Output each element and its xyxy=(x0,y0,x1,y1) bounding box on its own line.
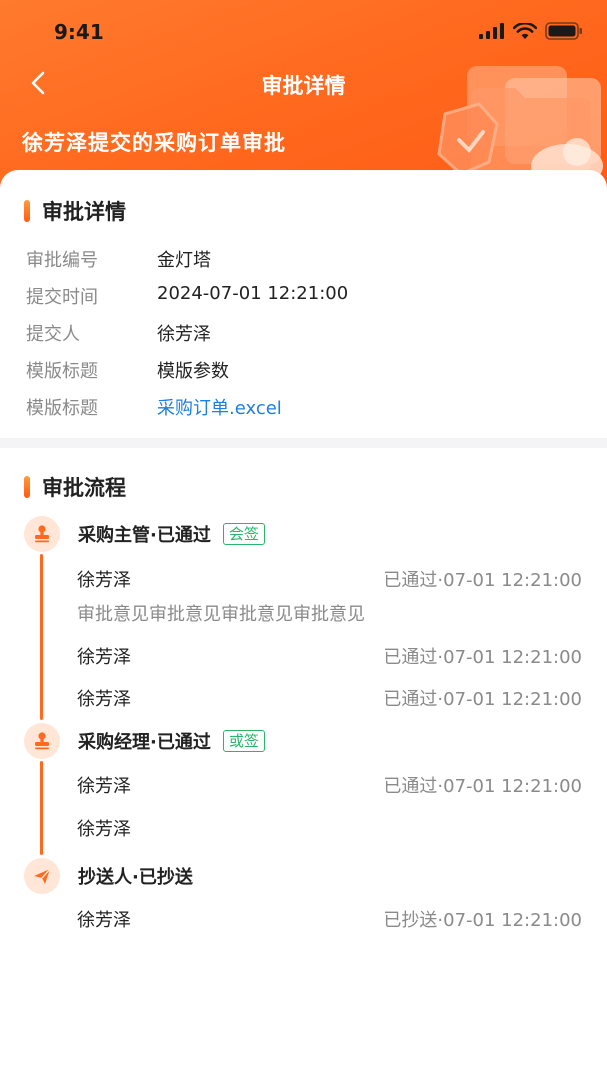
or-sign-tag: 或签 xyxy=(222,730,265,752)
detail-row-template-title: 模版标题 模版参数 xyxy=(26,361,229,382)
detail-row-template-file: 模版标题 采购订单.excel xyxy=(26,394,282,420)
attachment-link[interactable]: 采购订单.excel xyxy=(157,394,282,420)
countersign-tag: 会签 xyxy=(222,523,265,545)
section-accent-bar xyxy=(24,476,30,498)
timeline-connector xyxy=(40,554,43,720)
approval-subtitle: 徐芳泽提交的采购订单审批 xyxy=(22,131,286,155)
status-bar: 9:41 xyxy=(0,0,607,62)
approval-opinion: 审批意见审批意见审批意见审批意见 xyxy=(77,604,365,625)
stamp-icon xyxy=(24,516,60,552)
flow-node-cc: 抄送人·已抄送 xyxy=(24,858,193,894)
detail-row-submitter: 提交人 徐芳泽 xyxy=(26,324,211,345)
flow-entry: 徐芳泽 已通过·07-01 12:21:00 xyxy=(77,570,582,591)
flow-entry: 徐芳泽 已抄送·07-01 12:21:00 xyxy=(77,910,582,931)
section-accent-bar xyxy=(24,200,30,222)
battery-icon xyxy=(545,22,582,40)
flow-entry: 徐芳泽 xyxy=(77,819,131,840)
flow-entry: 徐芳泽 已通过·07-01 12:21:00 xyxy=(77,647,582,668)
flow-node-manager: 采购经理·已通过 或签 xyxy=(24,723,265,759)
approval-flow-card: 审批流程 采购主管·已通过 会签 徐芳泽 已通过·07-01 12:21:00 … xyxy=(0,448,607,1080)
approval-details-card: 审批详情 审批编号 金灯塔 提交时间 2024-07-01 12:21:00 提… xyxy=(0,170,607,438)
wifi-icon xyxy=(513,22,537,39)
signal-icon xyxy=(479,23,504,39)
timeline-connector xyxy=(40,761,43,855)
stamp-icon xyxy=(24,723,60,759)
details-section-title: 审批详情 xyxy=(24,196,126,226)
detail-row-submit-time: 提交时间 2024-07-01 12:21:00 xyxy=(26,283,349,308)
flow-node-supervisor: 采购主管·已通过 会签 xyxy=(24,516,265,552)
status-time: 9:41 xyxy=(54,20,104,44)
flow-entry: 徐芳泽 已通过·07-01 12:21:00 xyxy=(77,689,582,710)
detail-row-approval-number: 审批编号 金灯塔 xyxy=(26,250,211,271)
flow-entry: 徐芳泽 已通过·07-01 12:21:00 xyxy=(77,776,582,797)
flow-section-title: 审批流程 xyxy=(24,472,126,502)
paper-plane-icon xyxy=(24,858,60,894)
status-icons xyxy=(479,22,583,40)
